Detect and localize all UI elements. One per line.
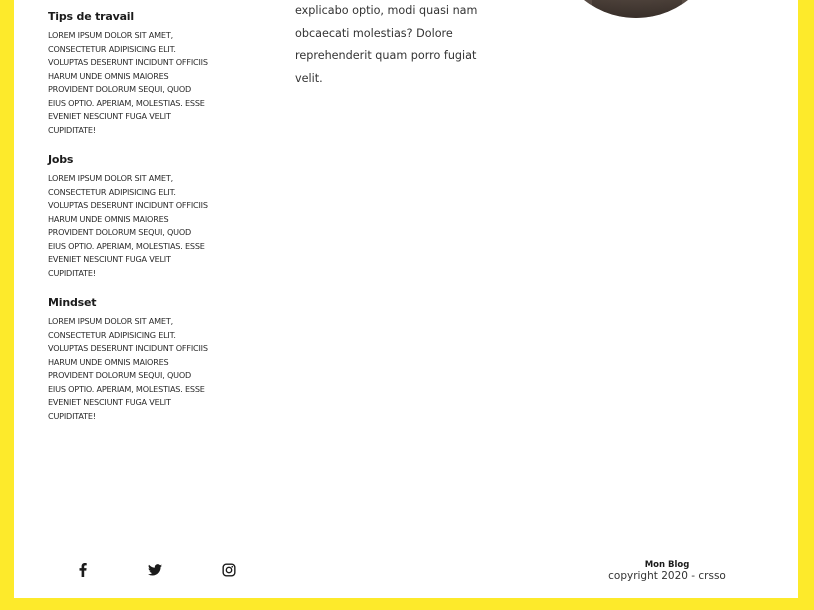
section-text: Lorem ipsum dolor sit amet, consectetur … [48, 30, 208, 135]
section-text: Lorem ipsum dolor sit amet, consectetur … [48, 316, 208, 421]
instagram-icon[interactable] [219, 560, 239, 580]
section-title: Jobs [48, 153, 74, 166]
footer-title: Mon Blog [644, 560, 690, 570]
facebook-icon[interactable] [73, 560, 93, 580]
section-title: Mindset [48, 296, 97, 309]
page-container: Tips de travail Lorem ipsum dolor sit am… [14, 0, 798, 598]
section-text: Lorem ipsum dolor sit amet, consectetur … [48, 173, 208, 278]
copyright-text: copyright 2020 - crsso [608, 570, 726, 582]
section-title: Tips de travail [48, 10, 134, 23]
sidebar-section-mindset: Mindset Lorem ipsum dolor sit amet, cons… [48, 296, 208, 423]
sidebar-section-tips: Tips de travail Lorem ipsum dolor sit am… [48, 10, 208, 137]
avatar-photo [592, 0, 682, 18]
article-paragraph: explicabo optio, modi quasi nam obcaecat… [295, 4, 478, 85]
twitter-icon[interactable] [145, 560, 165, 580]
author-avatar [552, 0, 720, 18]
sidebar: Tips de travail Lorem ipsum dolor sit am… [48, 8, 208, 439]
footer-info: Mon Blog copyright 2020 - crsso [594, 560, 740, 583]
sidebar-section-jobs: Jobs Lorem ipsum dolor sit amet, consect… [48, 153, 208, 280]
